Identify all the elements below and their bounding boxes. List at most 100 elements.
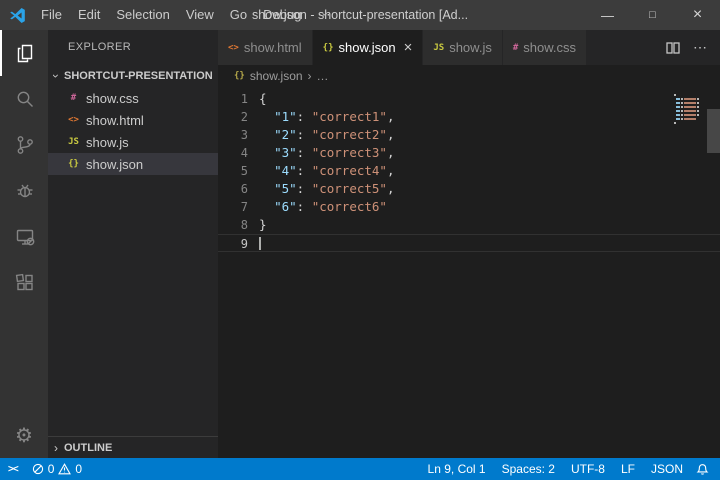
- outline-label: OUTLINE: [64, 442, 112, 454]
- activity-extensions-button[interactable]: [0, 260, 48, 306]
- close-button[interactable]: ×: [675, 0, 720, 30]
- more-actions-button[interactable]: ⋯: [693, 39, 708, 56]
- tab-bar: <>show.html{}show.json× JS show.js # show.cs…: [218, 30, 720, 65]
- line-content: "4": "correct4",: [259, 162, 395, 180]
- debug-icon: [13, 179, 37, 203]
- tab-show.css[interactable]: # show.css: [503, 30, 587, 65]
- css-file-icon: #: [513, 43, 518, 53]
- activity-source-control-button[interactable]: [0, 122, 48, 168]
- menu-view[interactable]: View: [178, 0, 222, 30]
- code-line-8[interactable]: 8}: [218, 216, 720, 234]
- code-line-6[interactable]: 6 "5": "correct5",: [218, 180, 720, 198]
- explorer-icon: [13, 41, 37, 65]
- vscode-logo-icon: [9, 7, 26, 24]
- line-content: "1": "correct1",: [259, 108, 395, 126]
- line-content: "2": "correct2",: [259, 126, 395, 144]
- code-line-5[interactable]: 5 "4": "correct4",: [218, 162, 720, 180]
- activity-remote-explorer-button[interactable]: [0, 214, 48, 260]
- status-left: >< 0 0: [0, 458, 88, 480]
- status-json[interactable]: JSON: [643, 458, 691, 480]
- split-editor-button[interactable]: [665, 40, 681, 56]
- line-number: 1: [226, 90, 248, 108]
- code-lines: 1{2 "1": "correct1",3 "2": "correct2",4 …: [218, 90, 720, 252]
- tab-show.html[interactable]: <>show.html: [218, 30, 313, 65]
- file-item-show.json[interactable]: {}show.json: [48, 153, 218, 175]
- bell-icon: [696, 463, 709, 476]
- status-ln-9-col-1[interactable]: Ln 9, Col 1: [420, 458, 494, 480]
- vscode-window: FileEditSelectionViewGoDebug⋯ show.json …: [0, 0, 720, 480]
- editor-area: <>show.html{}show.json×JSshow.js#show.cs…: [218, 30, 720, 458]
- line-content: {: [259, 90, 267, 108]
- status-lf[interactable]: LF: [613, 458, 643, 480]
- code-line-2[interactable]: 2 "1": "correct1",: [218, 108, 720, 126]
- tab-show.json[interactable]: {}show.json×: [313, 30, 424, 65]
- activity-debug-button[interactable]: [0, 168, 48, 214]
- folder-section-header[interactable]: › SHORTCUT-PRESENTATION: [48, 65, 218, 87]
- split-editor-icon: [665, 40, 681, 56]
- notifications-button[interactable]: [691, 458, 720, 480]
- problems-button[interactable]: 0 0: [26, 458, 88, 480]
- file-name: show.json: [86, 157, 143, 172]
- json-file-icon: {}: [323, 43, 334, 53]
- error-icon: [32, 463, 44, 475]
- menu-selection[interactable]: Selection: [108, 0, 177, 30]
- window-controls: — □ ×: [585, 0, 720, 30]
- tab-label: show.js: [449, 40, 492, 55]
- activity-bar: ⚙: [0, 30, 48, 458]
- menu-edit[interactable]: Edit: [70, 0, 108, 30]
- file-item-show.css[interactable]: #show.css: [48, 87, 218, 109]
- minimap[interactable]: [674, 92, 704, 128]
- manage-gear-button[interactable]: ⚙: [0, 412, 48, 458]
- status-right-items: Ln 9, Col 1Spaces: 2UTF-8LFJSON: [420, 458, 691, 480]
- activity-explorer-button[interactable]: [0, 30, 48, 76]
- line-number: 8: [226, 216, 248, 234]
- folder-section-label: SHORTCUT-PRESENTATION: [64, 70, 213, 82]
- file-name: show.css: [86, 91, 139, 106]
- line-content: "6": "correct6": [259, 198, 387, 216]
- code-editor[interactable]: 1{2 "1": "correct1",3 "2": "correct2",4 …: [218, 87, 720, 458]
- code-line-4[interactable]: 4 "3": "correct3",: [218, 144, 720, 162]
- breadcrumb[interactable]: {} show.json › …: [218, 65, 720, 87]
- scrollbar-thumb[interactable]: [707, 109, 720, 153]
- code-line-1[interactable]: 1{: [218, 90, 720, 108]
- code-line-3[interactable]: 3 "2": "correct2",: [218, 126, 720, 144]
- tabs: <>show.html{}show.json× JS show.js # show.cs…: [218, 30, 587, 65]
- close-tab-icon[interactable]: ×: [404, 40, 413, 55]
- code-line-9[interactable]: 9: [218, 234, 720, 252]
- tab-actions: ⋯: [653, 30, 720, 65]
- remote-explorer-icon: [13, 225, 37, 249]
- warning-icon: [58, 463, 71, 475]
- menu-bar: FileEditSelectionViewGoDebug⋯: [33, 0, 338, 30]
- line-number: 9: [226, 235, 248, 251]
- menu-more[interactable]: ⋯: [309, 0, 338, 30]
- menu-go[interactable]: Go: [222, 0, 255, 30]
- status-spaces-2[interactable]: Spaces: 2: [494, 458, 563, 480]
- main-area: ⚙ EXPLORER › SHORTCUT-PRESENTATION #show…: [0, 30, 720, 458]
- status-utf-8[interactable]: UTF-8: [563, 458, 613, 480]
- menu-debug[interactable]: Debug: [255, 0, 309, 30]
- source-control-icon: [13, 133, 37, 157]
- remote-indicator-button[interactable]: ><: [0, 458, 26, 480]
- code-line-7[interactable]: 7 "6": "correct6": [218, 198, 720, 216]
- minimize-button[interactable]: —: [585, 0, 630, 30]
- status-bar: >< 0 0 Ln 9, Col 1Spaces: 2UTF-8LFJSON: [0, 458, 720, 480]
- error-count: 0: [48, 462, 55, 476]
- line-content: }: [259, 216, 267, 234]
- file-name: show.js: [86, 135, 129, 150]
- js-file-icon: JS: [433, 43, 444, 53]
- html-file-icon: <>: [66, 115, 81, 125]
- file-item-show.js[interactable]: JSshow.js: [48, 131, 218, 153]
- menu-file[interactable]: File: [33, 0, 70, 30]
- html-file-icon: <>: [228, 43, 239, 53]
- tab-label: show.css: [523, 40, 576, 55]
- maximize-button[interactable]: □: [630, 0, 675, 30]
- breadcrumb-more[interactable]: …: [317, 69, 329, 83]
- line-number: 6: [226, 180, 248, 198]
- remote-icon: ><: [8, 464, 18, 475]
- tab-show.js[interactable]: JS show.js: [423, 30, 502, 65]
- activity-search-button[interactable]: [0, 76, 48, 122]
- outline-section-header[interactable]: › OUTLINE: [48, 436, 218, 458]
- breadcrumb-file[interactable]: show.json: [250, 69, 303, 83]
- file-item-show.html[interactable]: <>show.html: [48, 109, 218, 131]
- title-bar: FileEditSelectionViewGoDebug⋯ show.json …: [0, 0, 720, 30]
